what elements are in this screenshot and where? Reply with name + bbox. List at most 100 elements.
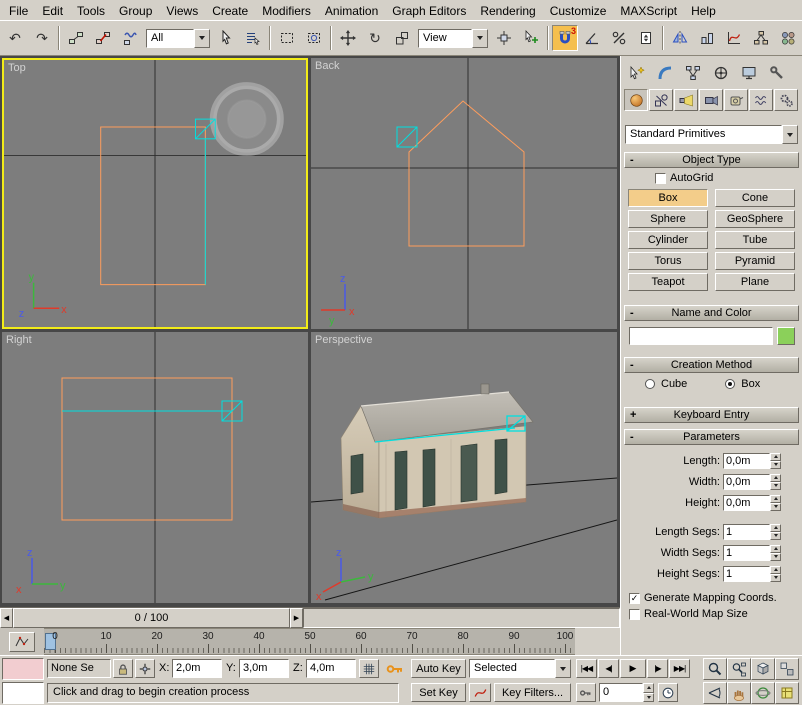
arc-rotate-button[interactable]: [751, 682, 775, 704]
perspective-viewport-label[interactable]: Perspective: [315, 334, 372, 346]
viewport-perspective[interactable]: Perspective: [311, 332, 617, 603]
pyramid-button[interactable]: Pyramid: [715, 252, 795, 270]
height-input[interactable]: 0,0m: [723, 495, 770, 511]
width-spinner[interactable]: [770, 474, 781, 490]
play-button[interactable]: ▶: [620, 659, 646, 678]
maxscript-mini-listener[interactable]: [2, 682, 44, 704]
unlink-selection-button[interactable]: [90, 25, 116, 51]
rollout-parameters[interactable]: - Parameters: [624, 429, 799, 445]
maxscript-mini-listener-macro[interactable]: [2, 658, 44, 680]
cylinder-button[interactable]: Cylinder: [628, 231, 708, 249]
menu-rendering[interactable]: Rendering: [473, 1, 542, 20]
previous-frame-button[interactable]: ◀|: [598, 659, 619, 678]
time-slider-handle[interactable]: 0 / 100: [13, 608, 290, 628]
menu-views[interactable]: Views: [159, 1, 205, 20]
frame-spinner[interactable]: [643, 683, 654, 702]
rollout-keyboard-entry[interactable]: + Keyboard Entry: [624, 407, 799, 423]
reference-coordinate-dropdown[interactable]: View: [418, 29, 488, 48]
select-and-scale-button[interactable]: [389, 25, 415, 51]
select-object-button[interactable]: [213, 25, 239, 51]
primitives-dropdown[interactable]: Standard Primitives: [625, 125, 798, 144]
height-segs-spinner[interactable]: [770, 566, 781, 582]
plane-button[interactable]: Plane: [715, 273, 795, 291]
tab-create[interactable]: [624, 61, 650, 85]
menu-animation[interactable]: Animation: [318, 1, 385, 20]
go-to-end-button[interactable]: ▶▶|: [669, 659, 690, 678]
x-coordinate-input[interactable]: 2,0m: [172, 659, 222, 678]
time-configuration-button[interactable]: [658, 683, 678, 702]
named-selection-sets-field[interactable]: None Se: [47, 659, 111, 678]
tube-button[interactable]: Tube: [715, 231, 795, 249]
tab-motion[interactable]: [708, 61, 734, 85]
align-button[interactable]: [694, 25, 720, 51]
zoom-all-button[interactable]: [727, 658, 751, 680]
perspective-viewport-canvas[interactable]: z x y: [311, 332, 617, 603]
category-geometry[interactable]: [624, 89, 648, 111]
creation-gizmo-right[interactable]: [62, 401, 242, 421]
top-viewport-canvas[interactable]: y x z: [4, 60, 306, 327]
time-slider-track[interactable]: ◀ 0 / 100 ▶: [0, 607, 620, 628]
key-mode-toggle[interactable]: [576, 683, 596, 702]
width-input[interactable]: 0,0m: [723, 474, 770, 490]
real-world-map-checkbox[interactable]: [629, 609, 640, 620]
category-lights[interactable]: [674, 89, 698, 111]
height-segs-input[interactable]: 1: [723, 566, 770, 582]
select-by-name-button[interactable]: [240, 25, 266, 51]
torus-button[interactable]: Torus: [628, 252, 708, 270]
track-bar[interactable]: 0 10 20 30 40 50 60 70 80 90 100: [44, 628, 575, 655]
rectangular-selection-button[interactable]: [274, 25, 300, 51]
selection-filter-dropdown[interactable]: All: [146, 29, 210, 48]
undo-button[interactable]: ↶: [2, 25, 28, 51]
open-mini-curve-editor-button[interactable]: [9, 632, 35, 652]
next-frame-button[interactable]: |▶: [647, 659, 668, 678]
autogrid-checkbox[interactable]: [655, 173, 666, 184]
sphere-button[interactable]: Sphere: [628, 210, 708, 228]
window-crossing-toggle[interactable]: [301, 25, 327, 51]
redo-button[interactable]: ↷: [29, 25, 55, 51]
field-of-view-button[interactable]: [703, 682, 727, 704]
dropdown-arrow-icon[interactable]: [472, 29, 488, 48]
auto-key-button[interactable]: Auto Key: [411, 659, 466, 678]
key-filters-button[interactable]: Key Filters...: [494, 683, 571, 702]
set-key-button[interactable]: Set Key: [411, 683, 466, 702]
viewport-right[interactable]: Right z y x: [2, 332, 308, 603]
back-viewport-canvas[interactable]: z x y: [311, 58, 617, 329]
right-viewport-canvas[interactable]: z y x: [2, 332, 308, 603]
bind-to-space-warp-button[interactable]: [117, 25, 143, 51]
tab-hierarchy[interactable]: [680, 61, 706, 85]
zoom-extents-button[interactable]: [751, 658, 775, 680]
menu-group[interactable]: Group: [112, 1, 159, 20]
right-viewport-label[interactable]: Right: [6, 334, 32, 346]
mirror-button[interactable]: [667, 25, 693, 51]
menu-graph-editors[interactable]: Graph Editors: [385, 1, 473, 20]
percent-snap-button[interactable]: [606, 25, 632, 51]
menu-maxscript[interactable]: MAXScript: [613, 1, 684, 20]
box-radio[interactable]: [725, 379, 735, 389]
category-helpers[interactable]: [724, 89, 748, 111]
grid-settings-button[interactable]: [359, 659, 379, 678]
house-wireframe-right[interactable]: [62, 378, 232, 520]
length-input[interactable]: 0,0m: [723, 453, 770, 469]
generate-mapping-checkbox[interactable]: ✓: [629, 593, 640, 604]
creation-gizmo-back[interactable]: [397, 127, 417, 147]
current-frame-input[interactable]: 0: [599, 683, 643, 702]
viewport-top[interactable]: Top y: [2, 58, 308, 329]
menu-customize[interactable]: Customize: [543, 1, 614, 20]
dropdown-arrow-icon[interactable]: [555, 659, 571, 678]
default-tangents-button[interactable]: [469, 683, 491, 702]
use-center-flyout-button[interactable]: [491, 25, 517, 51]
dropdown-arrow-icon[interactable]: [194, 29, 210, 48]
category-space-warps[interactable]: [749, 89, 773, 111]
object-name-input[interactable]: [629, 327, 773, 345]
go-to-start-button[interactable]: |◀◀: [576, 659, 597, 678]
absolute-offset-mode-toggle[interactable]: [135, 659, 155, 678]
menu-edit[interactable]: Edit: [35, 1, 70, 20]
tab-display[interactable]: [736, 61, 762, 85]
menu-create[interactable]: Create: [205, 1, 255, 20]
selection-lock-toggle[interactable]: [113, 659, 133, 678]
box-button[interactable]: Box: [628, 189, 708, 207]
width-segs-spinner[interactable]: [770, 545, 781, 561]
angle-snap-button[interactable]: [579, 25, 605, 51]
y-coordinate-input[interactable]: 3,0m: [239, 659, 289, 678]
rollout-object-type[interactable]: - Object Type: [624, 152, 799, 168]
